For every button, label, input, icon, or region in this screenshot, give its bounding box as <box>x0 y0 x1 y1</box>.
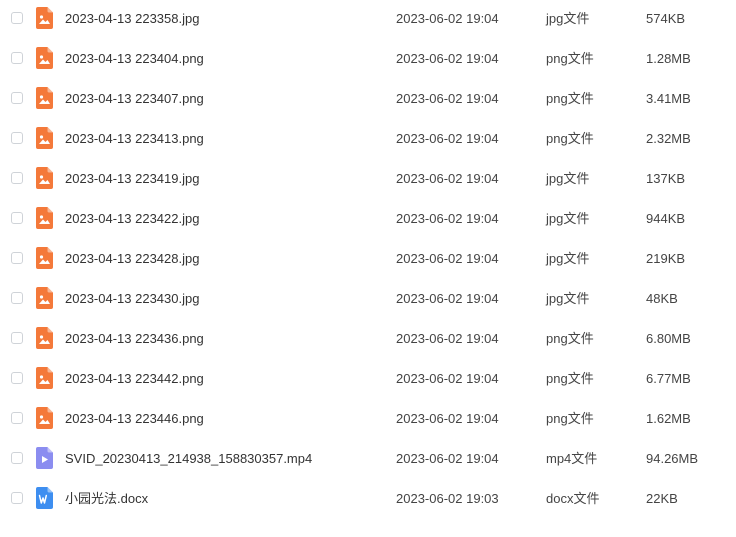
file-row[interactable]: 2023-04-13 223358.jpg 2023-06-02 19:04 j… <box>0 0 736 40</box>
file-row[interactable]: 2023-04-13 223413.png 2023-06-02 19:04 p… <box>0 120 736 160</box>
file-size: 94.26MB <box>646 451 699 466</box>
file-size: 2.32MB <box>646 131 691 146</box>
file-name[interactable]: 2023-04-13 223446.png <box>65 400 204 440</box>
file-name[interactable]: 2023-04-13 223413.png <box>65 120 204 160</box>
row-checkbox[interactable] <box>11 332 23 344</box>
file-type: png文件 <box>546 331 594 346</box>
row-checkbox[interactable] <box>11 212 23 224</box>
file-modified-date: 2023-06-02 19:04 <box>396 371 499 386</box>
row-checkbox[interactable] <box>11 372 23 384</box>
image-file-icon <box>36 407 53 429</box>
file-modified-date: 2023-06-02 19:04 <box>396 291 499 306</box>
file-size: 6.77MB <box>646 371 691 386</box>
file-name[interactable]: 2023-04-13 223430.jpg <box>65 280 199 320</box>
file-type: png文件 <box>546 51 594 66</box>
file-size: 574KB <box>646 11 686 26</box>
row-checkbox[interactable] <box>11 492 23 504</box>
file-row[interactable]: 2023-04-13 223446.png 2023-06-02 19:04 p… <box>0 400 736 440</box>
row-checkbox[interactable] <box>11 172 23 184</box>
file-modified-date: 2023-06-02 19:04 <box>396 411 499 426</box>
file-type: jpg文件 <box>546 291 590 306</box>
file-row[interactable]: 2023-04-13 223419.jpg 2023-06-02 19:04 j… <box>0 160 736 200</box>
file-modified-date: 2023-06-02 19:04 <box>396 451 499 466</box>
file-type: png文件 <box>546 371 594 386</box>
image-file-icon <box>36 367 53 389</box>
file-type: jpg文件 <box>546 251 590 266</box>
row-checkbox[interactable] <box>11 12 23 24</box>
file-type: png文件 <box>546 411 594 426</box>
file-modified-date: 2023-06-02 19:04 <box>396 251 499 266</box>
file-name[interactable]: 2023-04-13 223407.png <box>65 80 204 120</box>
file-modified-date: 2023-06-02 19:04 <box>396 51 499 66</box>
file-name[interactable]: 2023-04-13 223436.png <box>65 320 204 360</box>
file-modified-date: 2023-06-02 19:04 <box>396 91 499 106</box>
file-type: jpg文件 <box>546 211 590 226</box>
row-checkbox[interactable] <box>11 412 23 424</box>
row-checkbox[interactable] <box>11 92 23 104</box>
file-list: 2023-04-13 223358.jpg 2023-06-02 19:04 j… <box>0 0 736 520</box>
row-checkbox[interactable] <box>11 132 23 144</box>
row-checkbox[interactable] <box>11 292 23 304</box>
file-row[interactable]: 小园光法.docx 2023-06-02 19:03 docx文件 22KB <box>0 480 736 520</box>
file-type: png文件 <box>546 131 594 146</box>
file-modified-date: 2023-06-02 19:03 <box>396 491 499 506</box>
file-type: jpg文件 <box>546 171 590 186</box>
file-size: 137KB <box>646 171 686 186</box>
file-type: mp4文件 <box>546 451 598 466</box>
file-row[interactable]: 2023-04-13 223407.png 2023-06-02 19:04 p… <box>0 80 736 120</box>
file-row[interactable]: SVID_20230413_214938_158830357.mp4 2023-… <box>0 440 736 480</box>
file-row[interactable]: 2023-04-13 223428.jpg 2023-06-02 19:04 j… <box>0 240 736 280</box>
image-file-icon <box>36 287 53 309</box>
file-row[interactable]: 2023-04-13 223430.jpg 2023-06-02 19:04 j… <box>0 280 736 320</box>
file-name[interactable]: 2023-04-13 223428.jpg <box>65 240 199 280</box>
file-row[interactable]: 2023-04-13 223442.png 2023-06-02 19:04 p… <box>0 360 736 400</box>
file-size: 1.28MB <box>646 51 691 66</box>
file-name[interactable]: SVID_20230413_214938_158830357.mp4 <box>65 440 312 480</box>
file-name[interactable]: 2023-04-13 223442.png <box>65 360 204 400</box>
image-file-icon <box>36 127 53 149</box>
file-size: 48KB <box>646 291 678 306</box>
file-name[interactable]: 2023-04-13 223422.jpg <box>65 200 199 240</box>
image-file-icon <box>36 247 53 269</box>
file-size: 944KB <box>646 211 686 226</box>
image-file-icon <box>36 7 53 29</box>
file-modified-date: 2023-06-02 19:04 <box>396 11 499 26</box>
image-file-icon <box>36 207 53 229</box>
file-name[interactable]: 2023-04-13 223358.jpg <box>65 0 199 40</box>
file-modified-date: 2023-06-02 19:04 <box>396 131 499 146</box>
file-size: 219KB <box>646 251 686 266</box>
file-modified-date: 2023-06-02 19:04 <box>396 211 499 226</box>
file-name[interactable]: 2023-04-13 223404.png <box>65 40 204 80</box>
file-size: 3.41MB <box>646 91 691 106</box>
file-name[interactable]: 2023-04-13 223419.jpg <box>65 160 199 200</box>
image-file-icon <box>36 87 53 109</box>
file-size: 1.62MB <box>646 411 691 426</box>
file-modified-date: 2023-06-02 19:04 <box>396 331 499 346</box>
file-size: 6.80MB <box>646 331 691 346</box>
file-row[interactable]: 2023-04-13 223422.jpg 2023-06-02 19:04 j… <box>0 200 736 240</box>
row-checkbox[interactable] <box>11 452 23 464</box>
video-file-icon <box>36 447 53 469</box>
file-modified-date: 2023-06-02 19:04 <box>396 171 499 186</box>
word-file-icon <box>36 487 53 509</box>
file-row[interactable]: 2023-04-13 223404.png 2023-06-02 19:04 p… <box>0 40 736 80</box>
file-type: jpg文件 <box>546 11 590 26</box>
file-row[interactable]: 2023-04-13 223436.png 2023-06-02 19:04 p… <box>0 320 736 360</box>
file-name[interactable]: 小园光法.docx <box>65 480 148 520</box>
image-file-icon <box>36 327 53 349</box>
row-checkbox[interactable] <box>11 52 23 64</box>
image-file-icon <box>36 47 53 69</box>
row-checkbox[interactable] <box>11 252 23 264</box>
file-type: png文件 <box>546 91 594 106</box>
file-type: docx文件 <box>546 491 600 506</box>
file-size: 22KB <box>646 491 678 506</box>
image-file-icon <box>36 167 53 189</box>
